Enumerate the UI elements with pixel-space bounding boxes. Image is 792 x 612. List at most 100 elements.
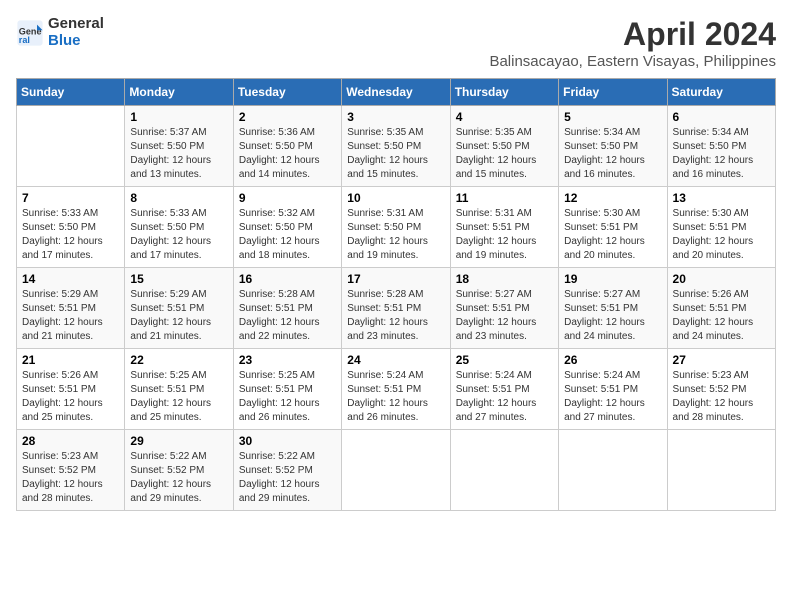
day-info: Sunrise: 5:28 AM Sunset: 5:51 PM Dayligh…: [239, 288, 336, 344]
subtitle: Balinsacayao, Eastern Visayas, Philippin…: [489, 53, 776, 70]
day-number: 16: [239, 272, 336, 286]
day-number: 6: [673, 110, 770, 124]
logo-icon: Gene ral: [16, 19, 44, 47]
day-info: Sunrise: 5:36 AM Sunset: 5:50 PM Dayligh…: [239, 126, 336, 182]
day-info: Sunrise: 5:37 AM Sunset: 5:50 PM Dayligh…: [130, 126, 227, 182]
day-number: 26: [564, 353, 661, 367]
header-sunday: Sunday: [17, 79, 125, 106]
day-info: Sunrise: 5:33 AM Sunset: 5:50 PM Dayligh…: [130, 207, 227, 263]
day-number: 8: [130, 191, 227, 205]
day-cell: 30Sunrise: 5:22 AM Sunset: 5:52 PM Dayli…: [233, 430, 341, 511]
day-number: 18: [456, 272, 553, 286]
day-cell: 4 Sunrise: 5:35 AM Sunset: 5:50 PM Daylig…: [450, 106, 558, 187]
day-number: 5: [564, 110, 661, 124]
day-cell: 7 Sunrise: 5:33 AM Sunset: 5:50 PM Daylig…: [17, 187, 125, 268]
day-cell: 25Sunrise: 5:24 AM Sunset: 5:51 PM Dayli…: [450, 349, 558, 430]
day-info: Sunrise: 5:24 AM Sunset: 5:51 PM Dayligh…: [456, 369, 553, 425]
week-row-4: 21 Sunrise: 5:26 AM Sunset: 5:51 PM Dayli…: [17, 349, 776, 430]
day-cell: 9 Sunrise: 5:32 AM Sunset: 5:50 PM Daylig…: [233, 187, 341, 268]
day-info: Sunrise: 5:30 AM Sunset: 5:51 PM Dayligh…: [673, 207, 770, 263]
day-number: 28: [22, 434, 119, 448]
day-cell: 29 Sunrise: 5:22 AM Sunset: 5:52 PM Dayli…: [125, 430, 233, 511]
day-cell: 11 Sunrise: 5:31 AM Sunset: 5:51 PM Dayli…: [450, 187, 558, 268]
day-number: 10: [347, 191, 444, 205]
day-info: Sunrise: 5:35 AM Sunset: 5:50 PM Dayligh…: [347, 126, 444, 182]
day-cell: 18 Sunrise: 5:27 AM Sunset: 5:51 PM Dayli…: [450, 268, 558, 349]
day-info: Sunrise: 5:34 AM Sunset: 5:50 PM Dayligh…: [673, 126, 770, 182]
day-number: 3: [347, 110, 444, 124]
day-cell: 1 Sunrise: 5:37 AM Sunset: 5:50 PM Daylig…: [125, 106, 233, 187]
day-info: Sunrise: 5:29 AM Sunset: 5:51 PM Dayligh…: [130, 288, 227, 344]
day-cell: 10 Sunrise: 5:31 AM Sunset: 5:50 PM Dayli…: [342, 187, 450, 268]
day-info: Sunrise: 5:24 AM Sunset: 5:51 PM Dayligh…: [347, 369, 444, 425]
day-number: 19: [564, 272, 661, 286]
day-number: 29: [130, 434, 227, 448]
day-number: 12: [564, 191, 661, 205]
day-info: Sunrise: 5:27 AM Sunset: 5:51 PM Dayligh…: [456, 288, 553, 344]
header-friday: Friday: [559, 79, 667, 106]
day-cell: 16 Sunrise: 5:28 AM Sunset: 5:51 PM Dayli…: [233, 268, 341, 349]
day-cell: [667, 430, 775, 511]
day-number: 15: [130, 272, 227, 286]
day-info: Sunrise: 5:32 AM Sunset: 5:50 PM Dayligh…: [239, 207, 336, 263]
header-saturday: Saturday: [667, 79, 775, 106]
day-info: Sunrise: 5:31 AM Sunset: 5:51 PM Dayligh…: [456, 207, 553, 263]
day-cell: 26 Sunrise: 5:24 AM Sunset: 5:51 PM Dayli…: [559, 349, 667, 430]
day-info: Sunrise: 5:29 AM Sunset: 5:51 PM Dayligh…: [22, 288, 119, 344]
day-cell: 15 Sunrise: 5:29 AM Sunset: 5:51 PM Dayli…: [125, 268, 233, 349]
calendar-header-row: SundayMondayTuesdayWednesdayThursdayFrid…: [17, 79, 776, 106]
day-info: Sunrise: 5:35 AM Sunset: 5:50 PM Dayligh…: [456, 126, 553, 182]
page-header: Gene ral General Blue April 2024 Balinsa…: [16, 16, 776, 70]
title-block: April 2024 Balinsacayao, Eastern Visayas…: [489, 16, 776, 70]
day-number: 24: [347, 353, 444, 367]
day-info: Sunrise: 5:23 AM Sunset: 5:52 PM Dayligh…: [673, 369, 770, 425]
header-tuesday: Tuesday: [233, 79, 341, 106]
day-number: 20: [673, 272, 770, 286]
week-row-5: 28 Sunrise: 5:23 AM Sunset: 5:52 PM Dayli…: [17, 430, 776, 511]
day-number: 27: [673, 353, 770, 367]
day-info: Sunrise: 5:30 AM Sunset: 5:51 PM Dayligh…: [564, 207, 661, 263]
day-number: 2: [239, 110, 336, 124]
day-cell: 14 Sunrise: 5:29 AM Sunset: 5:51 PM Dayli…: [17, 268, 125, 349]
day-cell: 24 Sunrise: 5:24 AM Sunset: 5:51 PM Dayli…: [342, 349, 450, 430]
day-info: Sunrise: 5:26 AM Sunset: 5:51 PM Dayligh…: [22, 369, 119, 425]
week-row-1: 1 Sunrise: 5:37 AM Sunset: 5:50 PM Daylig…: [17, 106, 776, 187]
day-cell: 2 Sunrise: 5:36 AM Sunset: 5:50 PM Daylig…: [233, 106, 341, 187]
header-thursday: Thursday: [450, 79, 558, 106]
logo: Gene ral General Blue: [16, 16, 104, 49]
day-cell: 5 Sunrise: 5:34 AM Sunset: 5:50 PM Daylig…: [559, 106, 667, 187]
day-number: 11: [456, 191, 553, 205]
day-number: 14: [22, 272, 119, 286]
day-info: Sunrise: 5:34 AM Sunset: 5:50 PM Dayligh…: [564, 126, 661, 182]
day-info: Sunrise: 5:22 AM Sunset: 5:52 PM Dayligh…: [130, 450, 227, 506]
day-cell: [450, 430, 558, 511]
day-info: Sunrise: 5:22 AM Sunset: 5:52 PM Dayligh…: [239, 450, 336, 506]
day-cell: 28 Sunrise: 5:23 AM Sunset: 5:52 PM Dayli…: [17, 430, 125, 511]
day-info: Sunrise: 5:23 AM Sunset: 5:52 PM Dayligh…: [22, 450, 119, 506]
logo-line2: Blue: [48, 33, 104, 50]
day-info: Sunrise: 5:25 AM Sunset: 5:51 PM Dayligh…: [130, 369, 227, 425]
day-info: Sunrise: 5:31 AM Sunset: 5:50 PM Dayligh…: [347, 207, 444, 263]
day-cell: [17, 106, 125, 187]
day-number: 21: [22, 353, 119, 367]
day-cell: 12 Sunrise: 5:30 AM Sunset: 5:51 PM Dayli…: [559, 187, 667, 268]
day-cell: 22Sunrise: 5:25 AM Sunset: 5:51 PM Dayli…: [125, 349, 233, 430]
day-cell: 8 Sunrise: 5:33 AM Sunset: 5:50 PM Daylig…: [125, 187, 233, 268]
day-cell: 27 Sunrise: 5:23 AM Sunset: 5:52 PM Dayli…: [667, 349, 775, 430]
day-number: 4: [456, 110, 553, 124]
day-number: 1: [130, 110, 227, 124]
day-info: Sunrise: 5:27 AM Sunset: 5:51 PM Dayligh…: [564, 288, 661, 344]
day-info: Sunrise: 5:33 AM Sunset: 5:50 PM Dayligh…: [22, 207, 119, 263]
header-wednesday: Wednesday: [342, 79, 450, 106]
day-number: 13: [673, 191, 770, 205]
day-cell: [559, 430, 667, 511]
header-monday: Monday: [125, 79, 233, 106]
day-cell: 17Sunrise: 5:28 AM Sunset: 5:51 PM Dayli…: [342, 268, 450, 349]
logo-line1: General: [48, 16, 104, 33]
day-number: 7: [22, 191, 119, 205]
day-cell: 23Sunrise: 5:25 AM Sunset: 5:51 PM Dayli…: [233, 349, 341, 430]
day-info: Sunrise: 5:26 AM Sunset: 5:51 PM Dayligh…: [673, 288, 770, 344]
day-number: 9: [239, 191, 336, 205]
day-number: 17: [347, 272, 444, 286]
day-info: Sunrise: 5:24 AM Sunset: 5:51 PM Dayligh…: [564, 369, 661, 425]
